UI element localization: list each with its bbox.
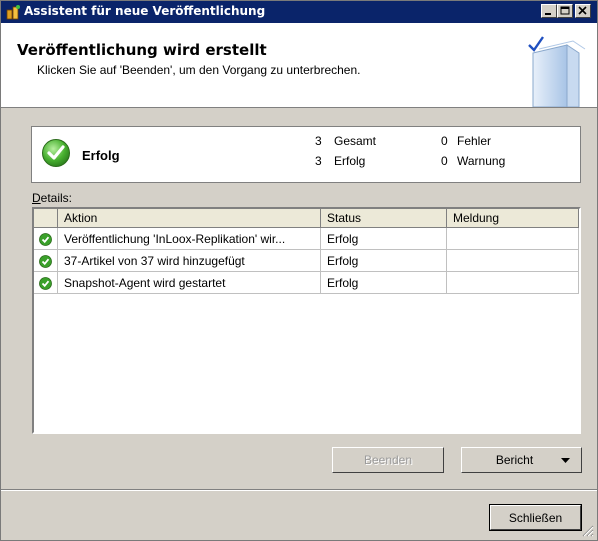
stop-button[interactable]: Beenden xyxy=(332,447,444,473)
row-action: 37-Artikel von 37 wird hinzugefügt xyxy=(58,250,321,272)
table-row[interactable]: Veröffentlichung 'InLoox-Replikation' wi… xyxy=(34,228,579,250)
close-button-label: Schließen xyxy=(508,511,563,525)
wizard-window: Assistent für neue Veröffentlichung Verö… xyxy=(0,0,598,541)
column-header-status[interactable]: Status xyxy=(321,209,447,228)
row-status: Erfolg xyxy=(321,250,447,272)
total-count: 3 xyxy=(315,134,322,148)
column-header-message[interactable]: Meldung xyxy=(447,209,579,228)
row-action: Snapshot-Agent wird gestartet xyxy=(58,272,321,294)
maximize-icon xyxy=(560,6,570,15)
wizard-book-icon xyxy=(528,36,586,107)
error-count: 0 xyxy=(441,134,448,148)
minimize-button[interactable] xyxy=(541,4,557,18)
close-icon xyxy=(578,6,587,15)
footer-separator xyxy=(1,489,597,491)
wizard-header: Veröffentlichung wird erstellt Klicken S… xyxy=(1,23,597,108)
success-check-icon xyxy=(39,233,52,246)
row-message xyxy=(447,250,579,272)
total-label: Gesamt xyxy=(334,134,377,148)
success-count: 3 xyxy=(315,154,322,168)
warning-label: Warnung xyxy=(457,154,506,168)
overall-status: Erfolg xyxy=(82,148,120,163)
page-subtitle: Klicken Sie auf 'Beenden', um den Vorgan… xyxy=(37,63,361,77)
page-title: Veröffentlichung wird erstellt xyxy=(17,41,267,59)
row-status: Erfolg xyxy=(321,228,447,250)
resize-grip-icon[interactable] xyxy=(582,525,594,537)
app-icon xyxy=(6,5,20,20)
column-header-action[interactable]: Aktion xyxy=(58,209,321,228)
table-row[interactable]: Snapshot-Agent wird gestartet Erfolg xyxy=(34,272,579,294)
dropdown-arrow-icon xyxy=(561,458,570,463)
success-check-icon xyxy=(42,139,70,167)
row-status: Erfolg xyxy=(321,272,447,294)
details-table[interactable]: Aktion Status Meldung Veröffentlichung '… xyxy=(32,207,581,434)
details-label-mnemonic: D xyxy=(32,191,41,205)
details-label-text: etails: xyxy=(40,191,73,205)
minimize-icon xyxy=(545,13,551,15)
report-button[interactable]: Bericht xyxy=(461,447,582,473)
table-row[interactable]: 37-Artikel von 37 wird hinzugefügt Erfol… xyxy=(34,250,579,272)
window-title: Assistent für neue Veröffentlichung xyxy=(24,4,266,18)
success-check-icon xyxy=(39,277,52,290)
details-label: Details: xyxy=(32,191,72,205)
error-label: Fehler xyxy=(457,134,492,148)
table-header: Aktion Status Meldung xyxy=(34,209,579,228)
column-header-icon[interactable] xyxy=(34,209,58,228)
warning-count: 0 xyxy=(441,154,448,168)
row-message xyxy=(447,228,579,250)
success-label: Erfolg xyxy=(334,154,366,168)
title-bar[interactable]: Assistent für neue Veröffentlichung xyxy=(1,1,597,23)
success-check-icon xyxy=(39,255,52,268)
maximize-button[interactable] xyxy=(557,4,573,18)
close-button[interactable]: Schließen xyxy=(489,504,582,531)
report-button-label: Bericht xyxy=(495,453,534,467)
summary-panel: Erfolg 3 Gesamt 3 Erfolg 0 Fehler 0 Warn… xyxy=(31,126,581,183)
stop-button-label: Beenden xyxy=(363,453,413,467)
close-window-button[interactable] xyxy=(575,4,591,18)
row-action: Veröffentlichung 'InLoox-Replikation' wi… xyxy=(58,228,321,250)
row-message xyxy=(447,272,579,294)
